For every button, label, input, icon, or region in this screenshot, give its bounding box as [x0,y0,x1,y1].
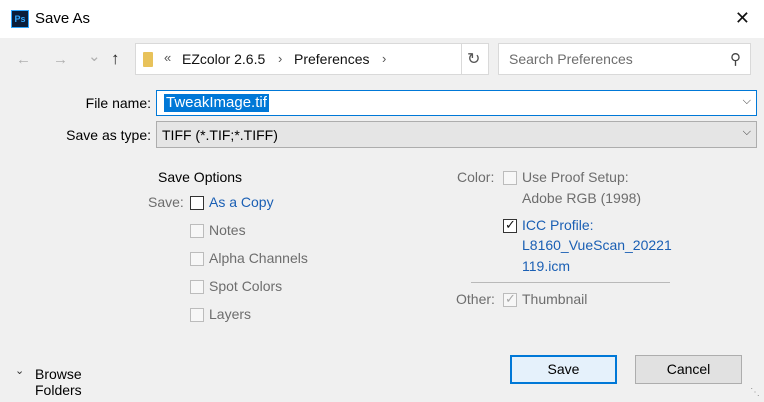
breadcrumb-preferences[interactable]: Preferences [294,51,369,67]
file-name-input[interactable]: TweakImage.tif ⌵ [156,90,757,116]
use-proof-setup-label: Use Proof Setup: [522,169,629,185]
chevron-down-icon[interactable]: ⌵ [743,95,751,108]
dialog-body: ← → ⌄ ↑ « EZcolor 2.6.5 › Preferences › … [0,38,764,402]
breadcrumb-separator-icon[interactable]: › [382,51,386,66]
thumbnail-checkbox: ✓ [503,291,517,307]
icc-profile-label[interactable]: ICC Profile: [522,217,594,233]
checkmark-icon: ✓ [505,217,516,232]
recent-locations-chevron-icon[interactable]: ⌄ [88,47,101,65]
checkmark-icon: ✓ [505,291,516,306]
layers-checkbox [190,308,204,322]
icc-profile-name-line2: 119.icm [522,258,570,274]
other-label: Other: [456,291,495,307]
chevron-down-icon: ⌄ [15,365,25,377]
options-divider [471,282,670,283]
save-type-select[interactable]: TIFF (*.TIF;*.TIFF) ⌵ [156,121,757,148]
notes-label: Notes [209,222,246,238]
resize-grip-icon[interactable]: ⋱ [750,387,760,398]
chevron-down-icon[interactable]: ⌵ [743,126,751,139]
close-icon[interactable]: ✕ [735,8,750,29]
search-icon[interactable]: ⚲ [730,50,741,68]
layers-label: Layers [209,306,252,322]
file-name-value[interactable]: TweakImage.tif [164,94,269,112]
search-input[interactable]: Search Preferences [509,51,633,67]
browse-folders-label: Browse Folders [35,366,82,398]
back-arrow-icon[interactable]: ← [16,51,31,68]
navigation-bar: ← → ⌄ ↑ « EZcolor 2.6.5 › Preferences › … [0,38,764,83]
as-a-copy-label[interactable]: As a Copy [209,194,274,210]
color-label: Color: [457,169,495,185]
icc-profile-name-line1: L8160_VueScan_20221 [522,237,672,253]
search-box[interactable]: Search Preferences ⚲ [498,43,751,75]
up-arrow-icon[interactable]: ↑ [111,49,120,69]
address-divider [461,44,462,74]
breadcrumb-separator-icon[interactable]: › [278,51,282,66]
as-a-copy-checkbox[interactable] [190,196,204,210]
save-button[interactable]: Save [510,355,617,384]
notes-checkbox [190,224,204,238]
cancel-button[interactable]: Cancel [635,355,742,384]
proof-profile-name: Adobe RGB (1998) [522,190,642,206]
folder-icon [143,52,153,67]
spot-colors-checkbox [190,280,204,294]
save-type-label: Save as type: [66,127,151,143]
icc-profile-checkbox[interactable]: ✓ [503,217,517,233]
refresh-icon[interactable]: ↻ [467,49,480,69]
forward-arrow-icon[interactable]: → [53,51,68,68]
save-options-heading: Save Options [158,169,243,185]
alpha-channels-label: Alpha Channels [209,250,308,266]
overflow-chevrons-icon[interactable]: « [164,50,171,65]
spot-colors-label: Spot Colors [209,278,283,294]
thumbnail-label: Thumbnail [522,291,588,307]
photoshop-app-icon: Ps [11,10,29,28]
address-bar[interactable]: « EZcolor 2.6.5 › Preferences › ↻ [135,43,489,75]
alpha-channels-checkbox [190,252,204,266]
save-type-value: TIFF (*.TIF;*.TIFF) [162,127,278,143]
window-title: Save As [35,10,91,27]
title-bar: Ps Save As ✕ [0,0,764,38]
use-proof-setup-checkbox [503,171,517,185]
file-name-label: File name: [85,95,151,111]
save-label: Save: [148,194,184,210]
breadcrumb-ezcolor[interactable]: EZcolor 2.6.5 [182,51,265,67]
